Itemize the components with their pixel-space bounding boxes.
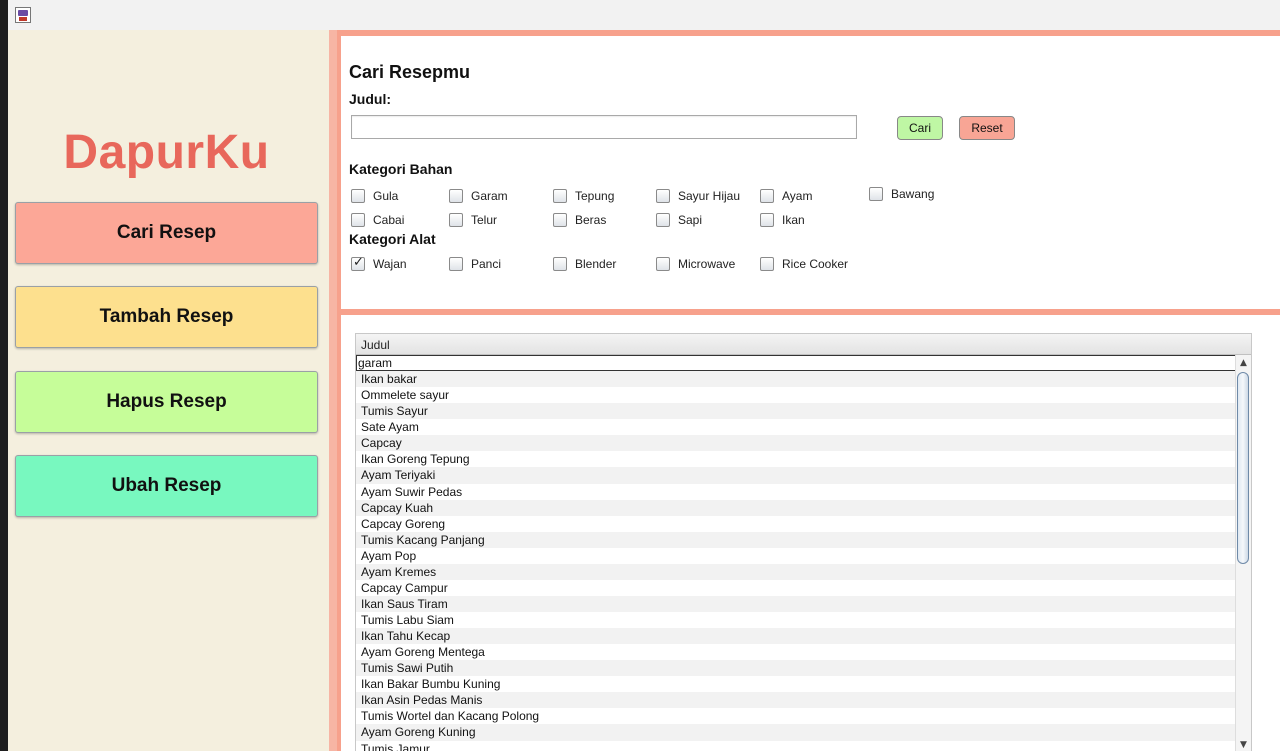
- search-heading: Cari Resepmu: [349, 62, 471, 82]
- checkbox-label: Gula: [373, 189, 399, 203]
- sidebar: DapurKu Cari Resep Tambah Resep Hapus Re…: [8, 30, 329, 751]
- checkbox-beras[interactable]: Beras: [553, 211, 606, 229]
- sidebar-divider: [329, 30, 337, 751]
- scroll-up-icon[interactable]: ▲: [1236, 356, 1251, 370]
- table-row[interactable]: Ayam Kremes: [356, 563, 1236, 580]
- table-row[interactable]: Ayam Teriyaki: [356, 467, 1236, 484]
- checkbox-wajan[interactable]: Wajan: [351, 255, 407, 273]
- checkbox-garam[interactable]: Garam: [449, 187, 508, 205]
- table-row[interactable]: Ommelete sayur: [356, 387, 1236, 403]
- checkbox-sapi[interactable]: Sapi: [656, 211, 702, 229]
- checkbox-label: Cabai: [373, 213, 405, 227]
- checkbox-label: Bawang: [891, 187, 935, 201]
- checkbox-gula[interactable]: Gula: [351, 187, 398, 205]
- title-search-input[interactable]: [351, 115, 857, 139]
- scroll-down-icon[interactable]: ▼: [1236, 738, 1251, 751]
- hapus-resep-button[interactable]: Hapus Resep: [15, 371, 318, 433]
- checkbox-rice-cooker[interactable]: Rice Cooker: [760, 255, 848, 273]
- table-body: garam Ikan bakar Ommelete sayur Tumis Sayur…: [356, 355, 1236, 751]
- table-row[interactable]: Sate Ayam: [356, 419, 1236, 435]
- app-logo: DapurKu: [63, 126, 270, 179]
- checkbox-box[interactable]: [656, 213, 670, 227]
- checkbox-label: Rice Cooker: [782, 257, 849, 271]
- checkbox-box[interactable]: [553, 257, 567, 271]
- checkbox-panci[interactable]: Panci: [449, 255, 501, 273]
- table-row[interactable]: Tumis Kacang Panjang: [356, 531, 1236, 548]
- tools-label: Kategori Alat: [349, 231, 436, 247]
- checkbox-box[interactable]: [351, 213, 365, 227]
- table-row[interactable]: Ikan Bakar Bumbu Kuning: [356, 676, 1236, 692]
- ubah-resep-button[interactable]: Ubah Resep: [15, 455, 318, 517]
- table-row[interactable]: Ayam Goreng Kuning: [356, 724, 1236, 741]
- search-panel: Cari Resepmu Judul: Cari Reset Kategori …: [337, 30, 1280, 315]
- checkbox-label: Blender: [575, 257, 617, 271]
- checkbox-label: Telur: [471, 213, 498, 227]
- table-row[interactable]: Ikan Saus Tiram: [356, 595, 1236, 612]
- checkbox-blender[interactable]: Blender: [553, 255, 616, 273]
- tambah-resep-button[interactable]: Tambah Resep: [15, 286, 318, 348]
- checkbox-sayur-hijau[interactable]: Sayur Hijau: [656, 187, 740, 205]
- table-row[interactable]: Ikan Asin Pedas Manis: [356, 692, 1236, 709]
- checkbox-box[interactable]: [553, 213, 567, 227]
- checkbox-box[interactable]: [656, 189, 670, 203]
- table-row[interactable]: Capcay Campur: [356, 580, 1236, 596]
- checkbox-box[interactable]: [760, 257, 774, 271]
- checkbox-microwave[interactable]: Microwave: [656, 255, 735, 273]
- table-row[interactable]: Ayam Pop: [356, 548, 1236, 564]
- table-row[interactable]: Tumis Sayur: [356, 403, 1236, 420]
- checkbox-ayam[interactable]: Ayam: [760, 187, 812, 205]
- checkbox-box[interactable]: [760, 213, 774, 227]
- checkbox-label: Ayam: [782, 189, 813, 203]
- table-row[interactable]: Ikan Goreng Tepung: [356, 451, 1236, 467]
- checkbox-label: Sapi: [678, 213, 703, 227]
- app-window: DapurKu Cari Resep Tambah Resep Hapus Re…: [8, 0, 1280, 751]
- table-row[interactable]: Ikan Tahu Kecap: [356, 628, 1236, 645]
- checkbox-box[interactable]: [656, 257, 670, 271]
- java-coffee-icon: [15, 7, 31, 23]
- table-row[interactable]: Capcay: [356, 435, 1236, 452]
- results-panel: Judul garam Ikan bakar Ommelete sayur Tumis…: [337, 315, 1280, 751]
- cari-button[interactable]: Cari: [897, 116, 943, 140]
- cari-resep-button[interactable]: Cari Resep: [15, 202, 318, 264]
- checkbox-box[interactable]: [760, 189, 774, 203]
- table-row-editing[interactable]: garam: [356, 355, 1236, 372]
- recipe-table: Judul garam Ikan bakar Ommelete sayur Tumis…: [355, 333, 1252, 751]
- checkbox-label: Garam: [471, 189, 508, 203]
- table-row[interactable]: Ayam Goreng Mentega: [356, 644, 1236, 660]
- title-bar: [8, 0, 1280, 30]
- table-row[interactable]: Ikan bakar: [356, 371, 1236, 388]
- reset-button[interactable]: Reset: [959, 116, 1015, 140]
- checkbox-box[interactable]: [351, 189, 365, 203]
- checkbox-label: Microwave: [678, 257, 736, 271]
- scroll-thumb[interactable]: [1237, 372, 1249, 564]
- checkbox-cabai[interactable]: Cabai: [351, 211, 404, 229]
- checkbox-label: Wajan: [373, 257, 407, 271]
- table-row[interactable]: Tumis Labu Siam: [356, 612, 1236, 628]
- checkbox-box[interactable]: [449, 213, 463, 227]
- checkbox-telur[interactable]: Telur: [449, 211, 497, 229]
- checkbox-ikan[interactable]: Ikan: [760, 211, 805, 229]
- checkbox-bawang[interactable]: Bawang: [869, 185, 934, 203]
- checkbox-label: Beras: [575, 213, 607, 227]
- ingredients-label: Kategori Bahan: [349, 161, 453, 177]
- table-row[interactable]: Tumis Sawi Putih: [356, 660, 1236, 677]
- vertical-scrollbar[interactable]: ▲ ▼: [1235, 355, 1251, 751]
- column-header-judul[interactable]: Judul: [356, 334, 1251, 355]
- title-label: Judul:: [349, 91, 391, 107]
- table-row[interactable]: Tumis Jamur: [356, 741, 1236, 751]
- checkbox-box[interactable]: [449, 189, 463, 203]
- checkbox-box[interactable]: [553, 189, 567, 203]
- checkbox-label: Tepung: [575, 189, 615, 203]
- checkbox-box[interactable]: [351, 255, 365, 271]
- table-row[interactable]: Tumis Wortel dan Kacang Polong: [356, 708, 1236, 724]
- table-row[interactable]: Capcay Goreng: [356, 516, 1236, 532]
- table-row[interactable]: Ayam Suwir Pedas: [356, 484, 1236, 500]
- checkbox-label: Ikan: [782, 213, 805, 227]
- checkbox-box[interactable]: [869, 187, 883, 201]
- checkbox-label: Panci: [471, 257, 502, 271]
- checkbox-tepung[interactable]: Tepung: [553, 187, 614, 205]
- table-row[interactable]: Capcay Kuah: [356, 499, 1236, 516]
- checkbox-box[interactable]: [449, 257, 463, 271]
- checkbox-label: Sayur Hijau: [678, 189, 741, 203]
